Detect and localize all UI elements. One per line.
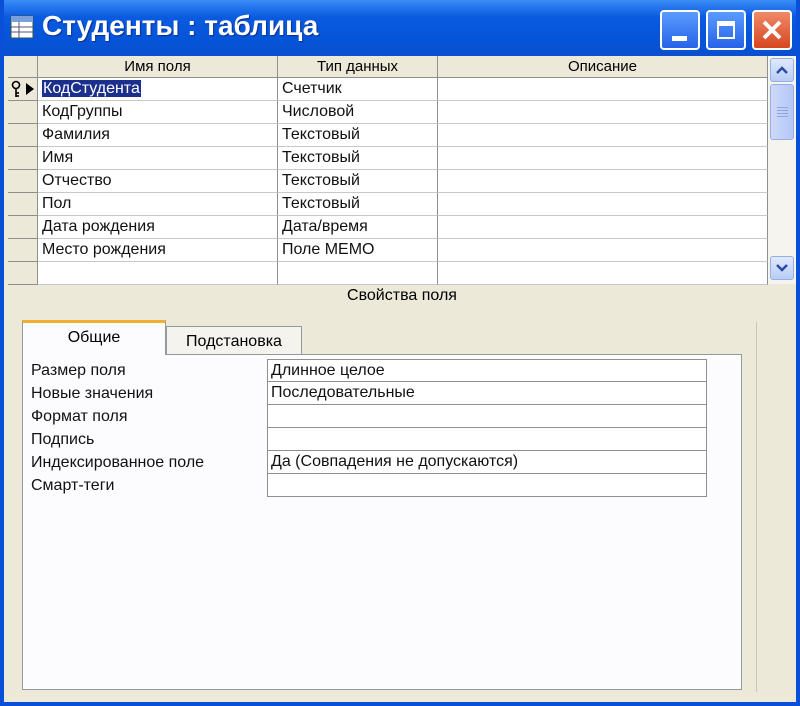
field-name-cell[interactable]: КодСтудента: [38, 78, 278, 101]
row-selector-current[interactable]: [8, 78, 38, 101]
data-type-cell[interactable]: Текстовый: [278, 193, 438, 216]
property-value-format[interactable]: [267, 405, 707, 428]
description-cell[interactable]: [438, 124, 768, 147]
property-value-smart-tags[interactable]: [267, 474, 707, 497]
description-cell[interactable]: [438, 147, 768, 170]
general-properties-panel: Размер поля Длинное целое Новые значения…: [22, 354, 742, 690]
row-selector[interactable]: [8, 262, 38, 285]
header-field-name[interactable]: Имя поля: [38, 56, 278, 78]
property-value-new-values[interactable]: Последовательные: [267, 382, 707, 405]
data-type-cell[interactable]: Текстовый: [278, 147, 438, 170]
row-selector[interactable]: [8, 101, 38, 124]
table-design-window: Студенты : таблица Имя поля Тип данных О…: [0, 0, 800, 706]
row-selector[interactable]: [8, 124, 38, 147]
data-type-cell[interactable]: Текстовый: [278, 124, 438, 147]
description-cell[interactable]: [438, 193, 768, 216]
property-value-caption[interactable]: [267, 428, 707, 451]
row-selector[interactable]: [8, 170, 38, 193]
triangle-right-icon: [26, 83, 34, 95]
minimize-button[interactable]: [660, 10, 700, 50]
property-label: Индексированное поле: [31, 454, 205, 471]
window-title: Студенты : таблица: [42, 10, 319, 41]
grid-vertical-scrollbar[interactable]: [768, 56, 796, 284]
field-name-cell[interactable]: КодГруппы: [38, 101, 278, 124]
scroll-up-button[interactable]: [770, 58, 794, 82]
row-selector[interactable]: [8, 193, 38, 216]
title-bar[interactable]: Студенты : таблица: [4, 0, 796, 56]
row-selector[interactable]: [8, 147, 38, 170]
scroll-down-button[interactable]: [770, 256, 794, 280]
field-name-cell[interactable]: Отчество: [38, 170, 278, 193]
tab-general[interactable]: Общие: [22, 320, 166, 355]
field-grid: Имя поля Тип данных Описание КодСтудента…: [8, 56, 769, 285]
property-value-indexed[interactable]: Да (Совпадения не допускаются): [267, 451, 707, 474]
property-label: Смарт-теги: [31, 477, 115, 494]
field-name-cell-empty[interactable]: [38, 262, 278, 285]
field-name-cell[interactable]: Фамилия: [38, 124, 278, 147]
maximize-icon: [717, 21, 735, 39]
field-name-cell[interactable]: Место рождения: [38, 239, 278, 262]
key-icon: [11, 80, 21, 97]
description-cell-empty[interactable]: [438, 262, 768, 285]
data-type-cell[interactable]: Поле MEMO: [278, 239, 438, 262]
help-text-area: [756, 322, 783, 692]
field-name-text: КодСтудента: [42, 80, 141, 97]
chevron-up-icon: [776, 66, 788, 74]
table-app-icon: [10, 14, 34, 40]
description-cell[interactable]: [438, 101, 768, 124]
data-type-cell-empty[interactable]: [278, 262, 438, 285]
property-label: Формат поля: [31, 408, 128, 425]
minimize-icon: [672, 36, 687, 41]
description-cell[interactable]: [438, 78, 768, 101]
maximize-button[interactable]: [706, 10, 746, 50]
description-cell[interactable]: [438, 216, 768, 239]
data-type-cell[interactable]: Числовой: [278, 101, 438, 124]
corner-header: [8, 56, 38, 78]
data-type-cell[interactable]: Дата/время: [278, 216, 438, 239]
data-type-cell[interactable]: Счетчик: [278, 78, 438, 101]
scroll-thumb[interactable]: [770, 84, 794, 140]
close-button[interactable]: [752, 10, 792, 50]
description-cell[interactable]: [438, 170, 768, 193]
chevron-down-icon: [776, 264, 788, 272]
field-properties-title: Свойства поля: [347, 287, 457, 304]
field-name-cell[interactable]: Имя: [38, 147, 278, 170]
property-value-field-size[interactable]: Длинное целое: [267, 359, 707, 382]
row-selector[interactable]: [8, 239, 38, 262]
row-selector[interactable]: [8, 216, 38, 239]
property-label: Новые значения: [31, 385, 154, 402]
header-description[interactable]: Описание: [438, 56, 768, 78]
field-name-cell[interactable]: Пол: [38, 193, 278, 216]
description-cell[interactable]: [438, 239, 768, 262]
field-name-cell[interactable]: Дата рождения: [38, 216, 278, 239]
data-type-cell[interactable]: Текстовый: [278, 170, 438, 193]
property-label: Подпись: [31, 431, 95, 448]
header-data-type[interactable]: Тип данных: [278, 56, 438, 78]
close-icon: [762, 20, 782, 40]
property-label: Размер поля: [31, 362, 126, 379]
